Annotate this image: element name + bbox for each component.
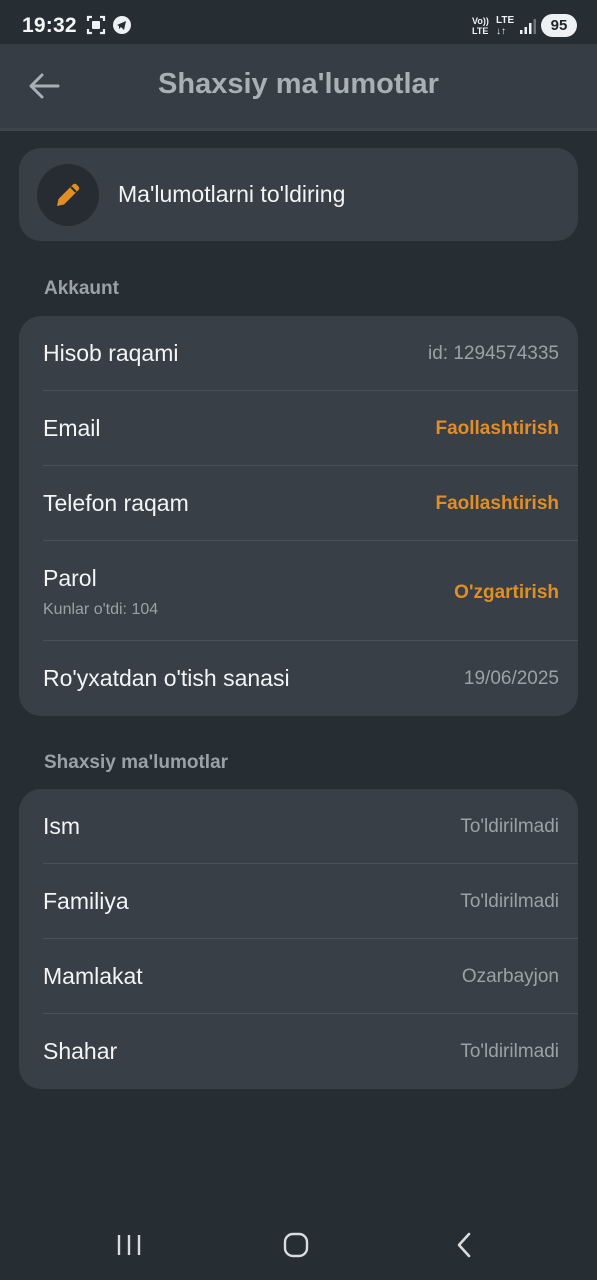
row-label: Telefon raqam xyxy=(43,490,189,516)
personal-card: Ism To'ldirilmadi Familiya To'ldirilmadi… xyxy=(19,789,578,1089)
last-name-row[interactable]: Familiya To'ldirilmadi xyxy=(43,864,578,939)
row-label: Mamlakat xyxy=(43,963,143,989)
account-card: Hisob raqami id: 1294574335 Email Faolla… xyxy=(19,316,578,716)
status-time: 19:32 xyxy=(22,14,77,37)
volte-icon: Vo)) LTE xyxy=(472,16,489,36)
pencil-icon-container xyxy=(37,164,99,226)
battery-indicator: 95 xyxy=(541,14,577,37)
volte-top: Vo)) xyxy=(472,16,489,26)
fill-profile-card[interactable]: Ma'lumotlarni to'ldiring xyxy=(19,148,578,241)
row-value: To'ldirilmadi xyxy=(460,1041,559,1062)
pencil-icon xyxy=(57,183,80,206)
recents-button[interactable] xyxy=(105,1228,153,1262)
recents-icon xyxy=(117,1235,141,1255)
volte-bottom: LTE xyxy=(472,26,489,36)
row-value: To'ldirilmadi xyxy=(460,816,559,837)
password-age: Kunlar o'tdi: 104 xyxy=(43,601,159,618)
row-label: Email xyxy=(43,415,101,441)
lte-label: LTE xyxy=(496,15,515,26)
home-button[interactable] xyxy=(272,1228,320,1262)
back-chevron-icon xyxy=(457,1232,471,1258)
lte-arrows: ↓↑ xyxy=(496,26,506,37)
section-personal-label: Shaxsiy ma'lumotlar xyxy=(44,752,229,773)
lte-icon: LTE ↓↑ xyxy=(496,15,514,37)
phone-row[interactable]: Telefon raqam Faollashtirish xyxy=(43,466,578,541)
row-value: 19/06/2025 xyxy=(463,668,559,689)
row-value: id: 1294574335 xyxy=(427,343,559,364)
nav-back-button[interactable] xyxy=(440,1228,488,1262)
password-row[interactable]: Parol Kunlar o'tdi: 104 O'zgartirish xyxy=(43,541,578,641)
row-label: Shahar xyxy=(43,1038,118,1064)
status-bar: 19:32 Vo)) LTE LTE ↓↑ 95 xyxy=(0,0,597,44)
row-value: To'ldirilmadi xyxy=(460,891,559,912)
telegram-icon xyxy=(112,15,132,40)
home-icon xyxy=(283,1232,309,1258)
page-title: Shaxsiy ma'lumotlar xyxy=(158,68,439,100)
email-row[interactable]: Email Faollashtirish xyxy=(43,391,578,466)
account-id-row[interactable]: Hisob raqami id: 1294574335 xyxy=(43,316,578,391)
system-nav-bar xyxy=(0,1210,597,1280)
row-label: Ro'yxatdan o'tish sanasi xyxy=(43,665,290,691)
activate-phone-link[interactable]: Faollashtirish xyxy=(435,493,559,515)
row-value: Ozarbayjon xyxy=(461,966,559,987)
change-password-link[interactable]: O'zgartirish xyxy=(454,582,559,604)
first-name-row[interactable]: Ism To'ldirilmadi xyxy=(43,789,578,864)
fill-profile-label: Ma'lumotlarni to'ldiring xyxy=(118,181,346,207)
country-row[interactable]: Mamlakat Ozarbayjon xyxy=(43,939,578,1014)
screenshot-icon xyxy=(86,15,106,40)
city-row[interactable]: Shahar To'ldirilmadi xyxy=(43,1014,578,1089)
activate-email-link[interactable]: Faollashtirish xyxy=(435,418,559,440)
section-account-label: Akkaunt xyxy=(44,278,119,299)
row-label: Familiya xyxy=(43,888,129,914)
row-label: Hisob raqami xyxy=(43,340,179,366)
signal-icon xyxy=(519,17,537,40)
row-label: Parol xyxy=(43,565,97,591)
row-label: Ism xyxy=(43,813,81,839)
app-bar-divider xyxy=(0,128,597,131)
registration-date-row: Ro'yxatdan o'tish sanasi 19/06/2025 xyxy=(43,641,578,716)
